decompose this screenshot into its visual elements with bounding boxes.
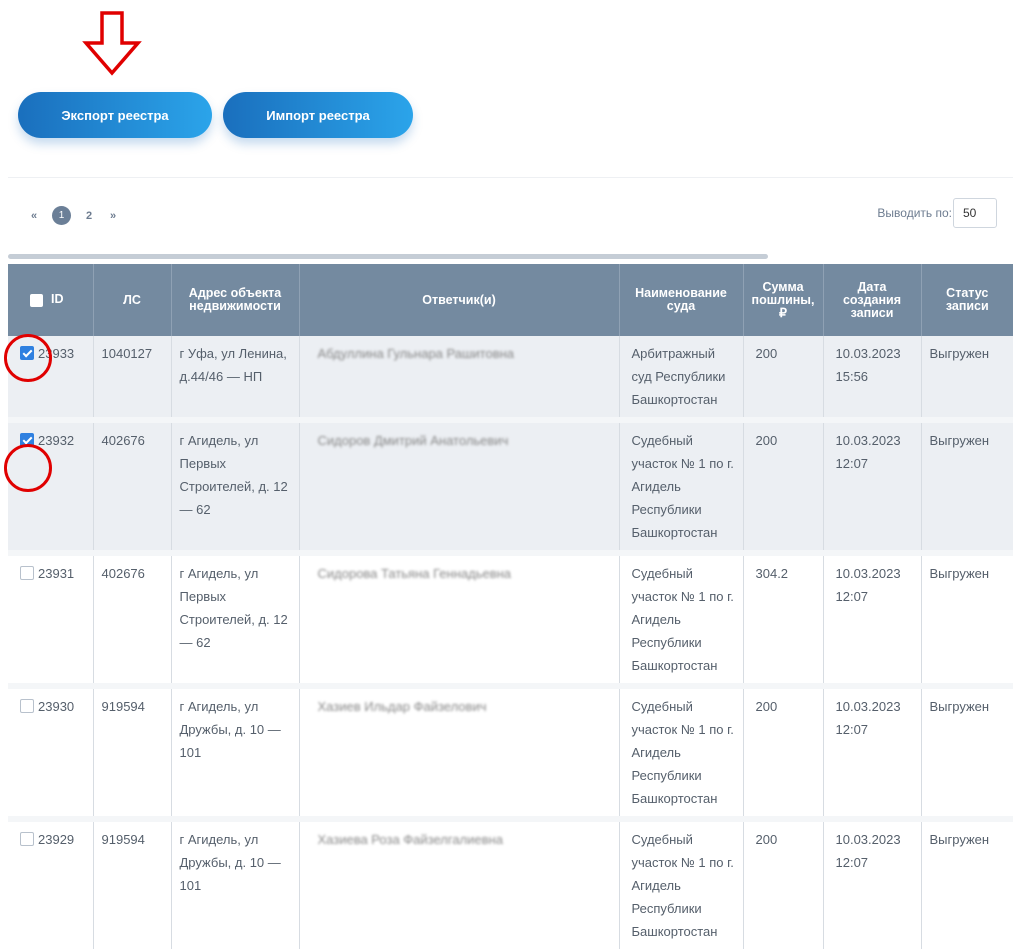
table-row[interactable]: 23933 1040127 г Уфа, ул Ленина, д.44/46 …	[8, 336, 1013, 420]
divider	[8, 177, 1013, 178]
cell-fee: 200	[743, 819, 824, 949]
cell-defendant: Абдуллина Гульнара Рашитовна	[299, 336, 620, 420]
cell-fee: 200	[743, 336, 824, 420]
cell-defendant: Сидорова Татьяна Геннадьевна	[299, 553, 620, 686]
cell-address: г Агидель, ул Дружбы, д. 10 — 101	[171, 686, 300, 819]
row-checkbox[interactable]	[20, 832, 34, 846]
row-checkbox[interactable]	[20, 566, 34, 580]
table-header-row: ID ЛС Адрес объекта недвижимости Ответчи…	[8, 264, 1013, 336]
defendant-name: Абдуллина Гульнара Рашитовна	[317, 346, 515, 361]
header-fee[interactable]: Сумма пошлины, ₽	[743, 264, 824, 336]
cell-created: 10.03.2023 12:07	[823, 819, 922, 949]
table-row[interactable]: 23931 402676 г Агидель, ул Первых Строит…	[8, 553, 1013, 686]
header-court[interactable]: Наименование суда	[619, 264, 744, 336]
registry-table: ID ЛС Адрес объекта недвижимости Ответчи…	[8, 264, 1013, 949]
pagination-next[interactable]: »	[101, 210, 125, 222]
header-id: ID	[8, 264, 94, 336]
cell-defendant: Сидоров Дмитрий Анатольевич	[299, 420, 620, 553]
cell-fee: 304.2	[743, 553, 824, 686]
cell-created: 10.03.2023 15:56	[823, 336, 922, 420]
per-page-input[interactable]	[953, 198, 997, 228]
annotation-circle	[4, 444, 52, 492]
cell-ls: 1040127	[93, 336, 172, 420]
horizontal-scrollbar[interactable]	[8, 254, 768, 259]
table-row[interactable]: 23929 919594 г Агидель, ул Дружбы, д. 10…	[8, 819, 1013, 949]
row-id: 23932	[38, 433, 75, 448]
cell-ls: 402676	[93, 553, 172, 686]
cell-defendant: Хазиев Ильдар Файзелович	[299, 686, 620, 819]
cell-ls: 402676	[93, 420, 172, 553]
export-registry-button[interactable]: Экспорт реестра	[18, 92, 212, 138]
cell-id: 23931	[8, 553, 94, 686]
cell-status: Выгружен	[921, 420, 1013, 553]
row-checkbox[interactable]	[20, 699, 34, 713]
import-registry-button[interactable]: Импорт реестра	[223, 92, 413, 138]
cell-status: Выгружен	[921, 336, 1013, 420]
cell-court: Судебный участок № 1 по г. Агидель Респу…	[619, 553, 744, 686]
cell-ls: 919594	[93, 686, 172, 819]
cell-court: Судебный участок № 1 по г. Агидель Респу…	[619, 686, 744, 819]
cell-address: г Агидель, ул Первых Строителей, д. 12 —…	[171, 420, 300, 553]
header-defendant[interactable]: Ответчик(и)	[299, 264, 620, 336]
defendant-name: Сидоров Дмитрий Анатольевич	[317, 433, 509, 448]
cell-status: Выгружен	[921, 553, 1013, 686]
row-id: 23929	[38, 832, 75, 847]
header-created[interactable]: Дата создания записи	[823, 264, 922, 336]
cell-address: г Агидель, ул Первых Строителей, д. 12 —…	[171, 553, 300, 686]
pagination-prev[interactable]: «	[22, 210, 46, 222]
cell-defendant: Хазиева Роза Файзелгалиевна	[299, 819, 620, 949]
cell-status: Выгружен	[921, 686, 1013, 819]
table-row[interactable]: 23930 919594 г Агидель, ул Дружбы, д. 10…	[8, 686, 1013, 819]
cell-fee: 200	[743, 420, 824, 553]
cell-court: Судебный участок № 1 по г. Агидель Респу…	[619, 420, 744, 553]
cell-id: 23930	[8, 686, 94, 819]
cell-fee: 200	[743, 686, 824, 819]
cell-created: 10.03.2023 12:07	[823, 553, 922, 686]
cell-address: г Агидель, ул Дружбы, д. 10 — 101	[171, 819, 300, 949]
annotation-down-arrow-icon	[82, 11, 142, 76]
pagination-page-2[interactable]: 2	[77, 210, 101, 222]
header-status[interactable]: Статус записи	[921, 264, 1013, 336]
per-page-label: Выводить по:	[877, 206, 952, 220]
cell-ls: 919594	[93, 819, 172, 949]
row-id: 23930	[38, 699, 75, 714]
cell-id: 23929	[8, 819, 94, 949]
defendant-name: Сидорова Татьяна Геннадьевна	[317, 566, 512, 581]
cell-address: г Уфа, ул Ленина, д.44/46 — НП	[171, 336, 300, 420]
defendant-name: Хазиева Роза Файзелгалиевна	[317, 832, 503, 847]
header-ls[interactable]: ЛС	[93, 264, 172, 336]
pagination: « 1 2 »	[22, 206, 125, 225]
cell-court: Арбитражный суд Республики Башкортостан	[619, 336, 744, 420]
header-id-label: ID	[51, 292, 64, 307]
cell-court: Судебный участок № 1 по г. Агидель Респу…	[619, 819, 744, 949]
row-id: 23931	[38, 566, 75, 581]
defendant-name: Хазиев Ильдар Файзелович	[317, 699, 487, 714]
annotation-circle	[4, 334, 52, 382]
cell-status: Выгружен	[921, 819, 1013, 949]
cell-created: 10.03.2023 12:07	[823, 686, 922, 819]
cell-created: 10.03.2023 12:07	[823, 420, 922, 553]
select-all-checkbox[interactable]	[30, 293, 43, 307]
pagination-page-1[interactable]: 1	[52, 206, 71, 225]
header-address[interactable]: Адрес объекта недвижимости	[171, 264, 300, 336]
table-row[interactable]: 23932 402676 г Агидель, ул Первых Строит…	[8, 420, 1013, 553]
per-page-control: Выводить по:	[877, 198, 997, 228]
